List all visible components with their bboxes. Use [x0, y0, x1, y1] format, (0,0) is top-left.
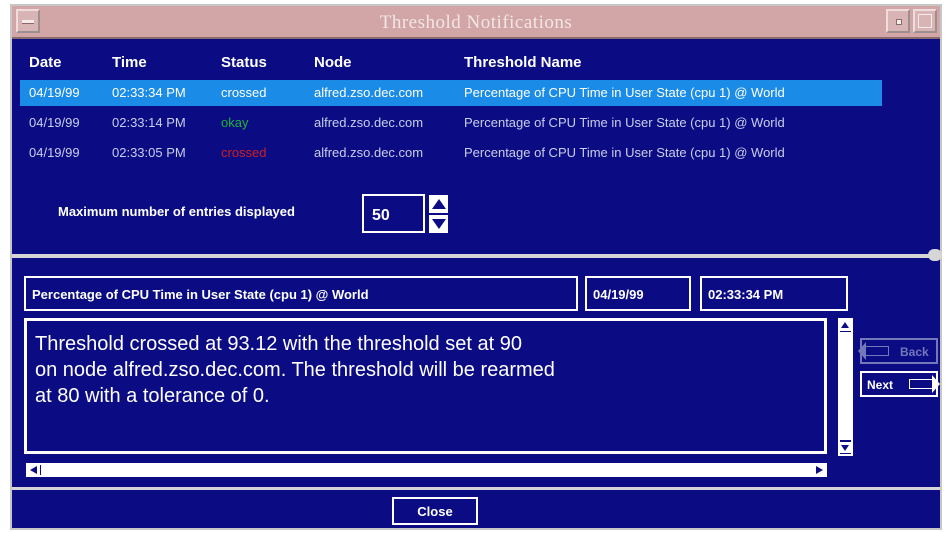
scroll-left-icon[interactable]	[28, 465, 40, 475]
cell-time: 02:33:34 PM	[112, 85, 186, 100]
cell-time: 02:33:14 PM	[112, 115, 186, 130]
minimize-button[interactable]	[886, 9, 910, 33]
vertical-scroll-thumb[interactable]	[840, 332, 851, 440]
back-button[interactable]: Back	[858, 338, 938, 364]
cell-date: 04/19/99	[29, 145, 80, 160]
next-button[interactable]: Next	[860, 371, 940, 397]
cell-time: 02:33:05 PM	[112, 145, 186, 160]
cell-status: okay	[221, 115, 249, 130]
scroll-down-icon[interactable]	[840, 442, 851, 453]
threshold-notifications-window: Threshold Notifications Date Time Status…	[10, 4, 942, 530]
column-header-status[interactable]: Status	[221, 54, 267, 71]
scroll-right-icon[interactable]	[813, 465, 825, 475]
arrow-left-icon	[858, 342, 889, 360]
cell-node: alfred.zso.dec.com	[314, 85, 424, 100]
arrow-down-icon[interactable]	[428, 214, 449, 234]
pane-sash-handle[interactable]	[928, 249, 942, 261]
close-button[interactable]: Close	[392, 497, 478, 525]
cell-date: 04/19/99	[29, 115, 80, 130]
window-title: Threshold Notifications	[379, 12, 573, 33]
detail-time: 02:33:34 PM	[700, 276, 848, 311]
bottom-separator	[12, 487, 940, 490]
arrow-up-icon[interactable]	[428, 194, 449, 214]
table-header: Date Time Status Node Threshold Name	[12, 50, 940, 74]
table-row[interactable]: 04/19/99 02:33:34 PM crossed alfred.zso.…	[20, 80, 882, 106]
pane-divider	[12, 254, 940, 258]
column-header-node[interactable]: Node	[314, 54, 352, 71]
next-button-label: Next	[867, 378, 894, 392]
message-text-area[interactable]: Threshold crossed at 93.12 with the thre…	[24, 318, 827, 454]
column-header-time[interactable]: Time	[112, 54, 147, 71]
table-row[interactable]: 04/19/99 02:33:05 PM crossed alfred.zso.…	[20, 140, 882, 166]
maximize-button[interactable]	[913, 9, 937, 33]
cell-node: alfred.zso.dec.com	[314, 145, 424, 160]
cell-node: alfred.zso.dec.com	[314, 115, 424, 130]
column-header-date[interactable]: Date	[29, 54, 62, 71]
cell-status: crossed	[221, 85, 267, 100]
max-entries-field[interactable]: 50	[362, 194, 425, 233]
cell-status: crossed	[221, 145, 267, 160]
detail-threshold-name: Percentage of CPU Time in User State (cp…	[24, 276, 578, 311]
arrow-right-icon	[909, 375, 940, 393]
max-entries-label: Maximum number of entries displayed	[58, 204, 295, 219]
scroll-up-icon[interactable]	[840, 320, 851, 331]
detail-date: 04/19/99	[585, 276, 691, 311]
cell-threshold-name: Percentage of CPU Time in User State (cp…	[464, 85, 785, 100]
cell-date: 04/19/99	[29, 85, 80, 100]
column-header-threshold-name[interactable]: Threshold Name	[464, 54, 582, 71]
message-text: Threshold crossed at 93.12 with the thre…	[35, 333, 555, 407]
cell-threshold-name: Percentage of CPU Time in User State (cp…	[464, 145, 785, 160]
cell-threshold-name: Percentage of CPU Time in User State (cp…	[464, 115, 785, 130]
title-bar[interactable]: Threshold Notifications	[12, 6, 940, 39]
table-row[interactable]: 04/19/99 02:33:14 PM okay alfred.zso.dec…	[20, 110, 882, 136]
back-button-label: Back	[900, 345, 929, 359]
horizontal-scroll-thumb[interactable]	[41, 465, 813, 475]
